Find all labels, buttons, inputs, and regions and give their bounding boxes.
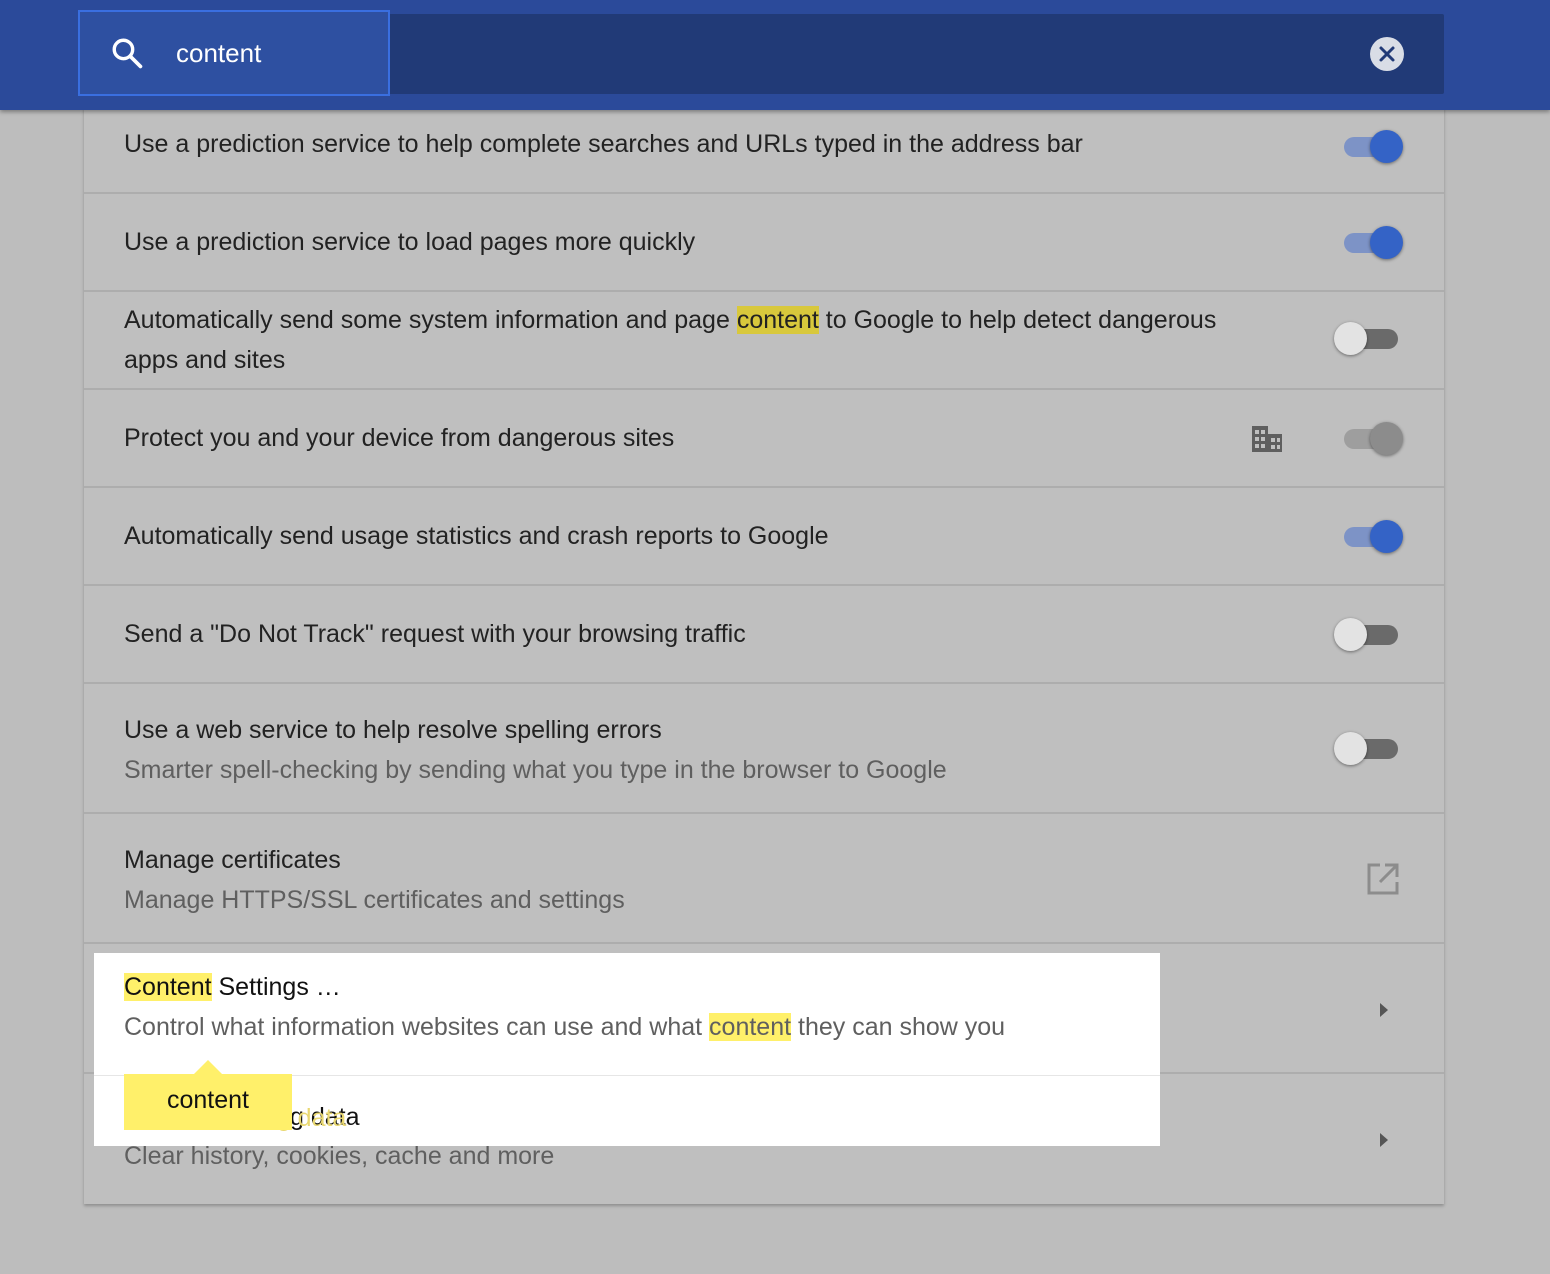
setting-label: Protect you and your device from dangero… [124, 424, 675, 452]
setting-label: Automatically send some system informati… [124, 306, 1217, 334]
setting-label: Use a prediction service to help complet… [124, 130, 1083, 158]
chevron-right-icon [1380, 1003, 1388, 1017]
setting-row-search-prediction[interactable]: Use a prediction service to help complet… [84, 96, 1444, 194]
setting-row-spelling[interactable]: Use a web service to help resolve spelli… [84, 684, 1444, 814]
bubble-arrow [194, 1060, 222, 1074]
toggle-do-not-track[interactable] [1334, 616, 1402, 652]
setting-label: Use a web service to help resolve spelli… [124, 716, 662, 744]
setting-label: Automatically send usage statistics and … [124, 522, 829, 550]
bubble-text: content [166, 1086, 249, 1114]
setting-row-manage-certificates[interactable]: Manage certificates Manage HTTPS/SSL cer… [84, 814, 1444, 944]
close-icon [1379, 46, 1395, 62]
chevron-right-icon [1380, 1133, 1388, 1147]
content-settings-label[interactable]: Content Settings … [124, 973, 341, 1002]
setting-row-safe-browsing-reporting[interactable]: Automatically send some system informati… [84, 292, 1444, 390]
setting-label: Send a "Do Not Track" request with your … [124, 620, 746, 648]
search-match-highlight: Content [124, 973, 212, 1001]
setting-sublabel: Smarter spell-checking by sending what y… [124, 756, 947, 784]
toggle-usage-statistics[interactable] [1340, 518, 1406, 554]
open-external-icon[interactable] [1366, 862, 1400, 896]
toggle-search-prediction[interactable] [1340, 128, 1406, 164]
setting-row-page-prediction[interactable]: Use a prediction service to load pages m… [84, 194, 1444, 292]
search-icon [112, 38, 143, 69]
setting-row-do-not-track[interactable]: Send a "Do Not Track" request with your … [84, 586, 1444, 684]
search-hit-bubble: content [124, 1060, 292, 1130]
search-match-highlight: content [736, 306, 819, 334]
setting-sublabel: Clear history, cookies, cache and more [124, 1142, 555, 1170]
setting-sublabel: Manage HTTPS/SSL certificates and settin… [124, 886, 625, 914]
toggle-spelling[interactable] [1334, 730, 1402, 766]
enterprise-building-icon [1252, 426, 1282, 452]
clear-search-button[interactable] [1370, 37, 1404, 71]
toggle-safe-browsing-reporting[interactable] [1334, 320, 1402, 356]
setting-label-line2: apps and sites [124, 346, 286, 374]
search-toolbar [0, 0, 1550, 110]
search-input[interactable] [176, 30, 776, 76]
setting-row-safe-browsing[interactable]: Protect you and your device from dangero… [84, 390, 1444, 488]
setting-label: Manage certificates [124, 846, 341, 874]
toggle-safe-browsing [1340, 420, 1406, 456]
content-settings-sublabel: Control what information websites can us… [124, 1013, 1006, 1041]
setting-row-usage-statistics[interactable]: Automatically send usage statistics and … [84, 488, 1444, 586]
search-match-highlight: content [709, 1013, 792, 1041]
toggle-page-prediction[interactable] [1340, 224, 1406, 260]
setting-label: Use a prediction service to load pages m… [124, 228, 696, 256]
